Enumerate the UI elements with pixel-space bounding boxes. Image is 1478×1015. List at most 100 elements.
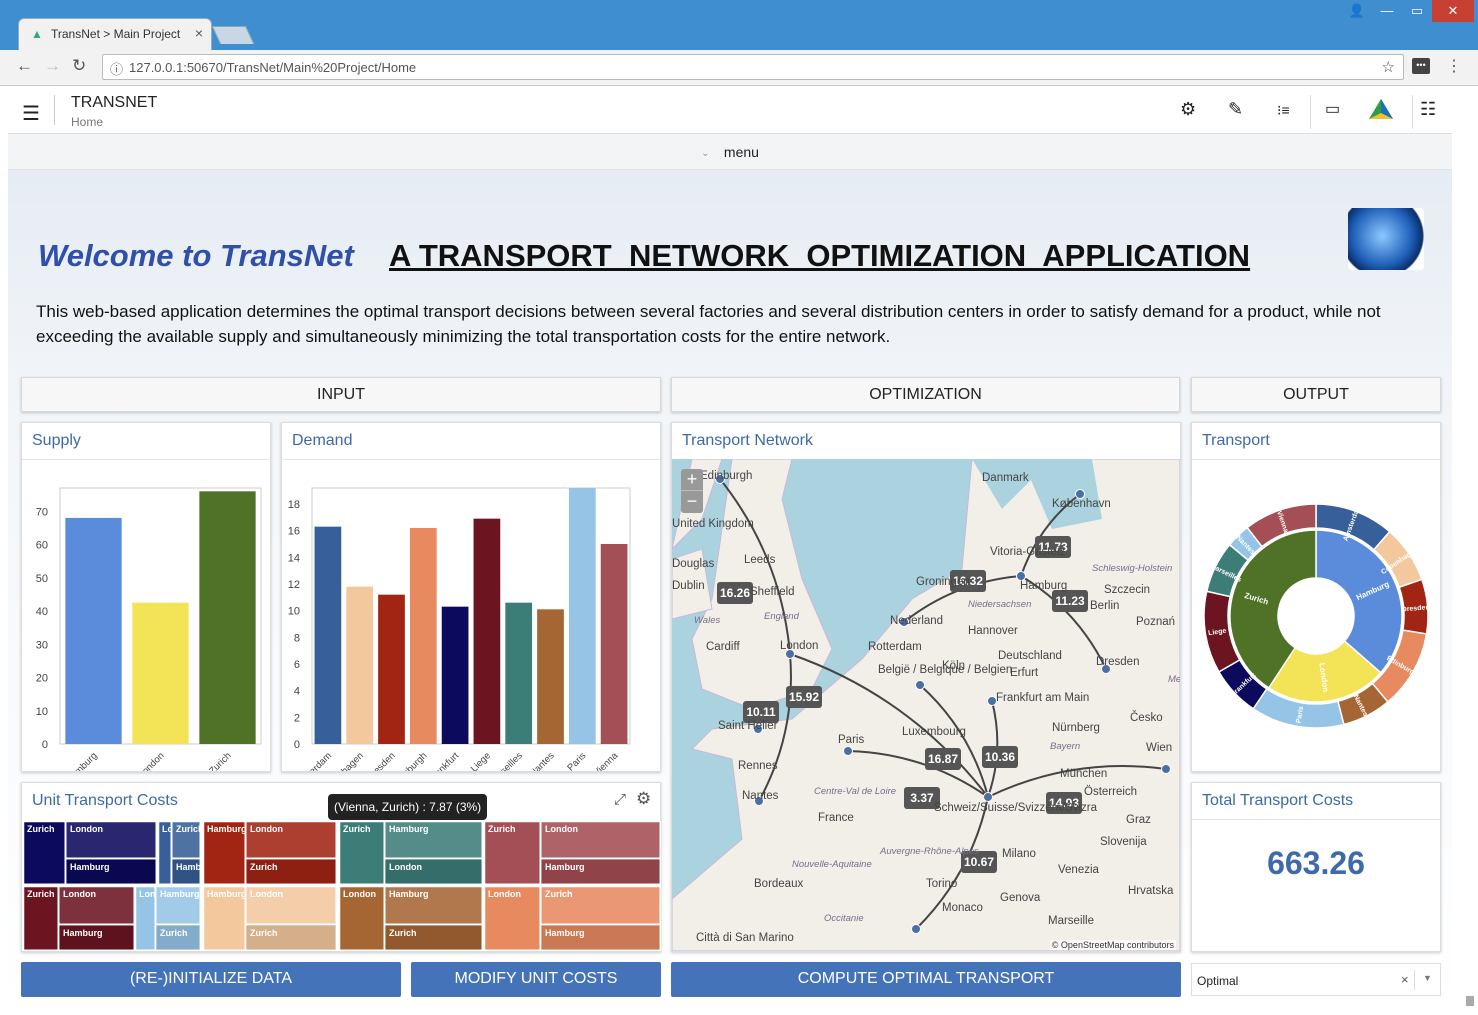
y-tick-label: 16 — [288, 526, 300, 538]
gear-icon[interactable]: ⚙ — [636, 789, 651, 809]
edit-pencil-icon[interactable]: ✎ — [1228, 99, 1243, 120]
map-place-label: Berlin — [1090, 600, 1119, 612]
info-icon[interactable]: ⓘ — [110, 59, 123, 78]
logo-icon[interactable] — [1369, 99, 1393, 124]
map-place-label: Česko — [1130, 711, 1163, 724]
treemap-label: Hamburg — [545, 862, 585, 872]
map-place-label: Slovenija — [1100, 836, 1147, 848]
list-icon[interactable]: ⁝≡ — [1277, 102, 1290, 119]
treemap-label: London — [545, 824, 578, 834]
map-place-label: Douglas — [672, 558, 714, 570]
menu-bar[interactable]: ⌄ menu — [8, 134, 1452, 170]
forward-icon[interactable]: → — [44, 56, 61, 76]
sliders-icon[interactable]: ☷ — [1420, 99, 1436, 120]
map-place-label: Edinburgh — [700, 470, 752, 482]
treemap-label: Zurich — [343, 824, 371, 834]
map-place-label: Hannover — [968, 625, 1018, 637]
map-place-label: France — [818, 812, 854, 824]
map-place-label: København — [1052, 498, 1111, 510]
profile-icon[interactable]: 👤 — [1342, 0, 1372, 22]
map-place-label: Saint Helier — [718, 720, 778, 732]
treemap-label: Zurich — [389, 928, 417, 938]
minimize-button[interactable]: — — [1372, 0, 1402, 22]
map-place-label: Schweiz/Suisse/Svizzera/Svizra — [934, 802, 1098, 814]
map-place-label: Milano — [1002, 848, 1036, 860]
demand-title: Demand — [292, 432, 353, 449]
map-place-label: Wales — [694, 615, 720, 626]
y-tick-label: 10 — [36, 706, 48, 718]
bar — [378, 594, 405, 744]
x-tick-label: Frankfurt — [427, 750, 462, 771]
treemap-label: Hamburg — [70, 862, 110, 872]
supply-chart: 0 10 20 30 40 50 60 70 Hamburg London Zurich — [36, 487, 262, 771]
resize-handle[interactable] — [1466, 996, 1474, 1006]
hamburger-menu-icon[interactable]: ☰ — [22, 101, 40, 126]
dropdown-arrow-icon[interactable]: ▼ — [1423, 973, 1432, 983]
map-place-label: Hrvatska — [1128, 885, 1174, 897]
zoom-in-button[interactable]: + — [681, 469, 703, 491]
treemap-label: Hamburg — [545, 928, 585, 938]
y-tick-label: 50 — [36, 573, 48, 585]
window-close-button[interactable]: ✕ — [1432, 0, 1474, 22]
map-place-label: Luxembourg — [902, 726, 966, 738]
browser-tab[interactable]: ▲ TransNet > Main Project × — [18, 18, 212, 50]
menu-label: menu — [723, 144, 759, 160]
result-select[interactable]: Optimal × ▼ — [1191, 963, 1441, 996]
maximize-button[interactable]: ▭ — [1402, 0, 1432, 22]
map-place-label: Hamburg — [1020, 580, 1067, 592]
total-costs-panel: Total Transport Costs 663.26 — [1191, 782, 1441, 952]
expand-icon[interactable]: ⤢ — [614, 791, 626, 808]
map-place-label: Wro — [672, 459, 693, 462]
y-tick-label: 10 — [288, 606, 300, 618]
city-marker — [983, 792, 993, 802]
treemap-label: Hamburg — [160, 889, 200, 899]
transport-map[interactable]: 16.2616.3211.7311.2310.1115.9216.87 10.36… — [672, 459, 1180, 951]
map-place-label: Poznań — [1136, 616, 1175, 628]
url-text: 127.0.0.1:50670/TransNet/Main%20Project/… — [129, 60, 417, 75]
map-place-label: Vitoria-Gasteiz — [990, 546, 1065, 558]
bar — [600, 544, 628, 744]
map-place-label: Frankfurt am Main — [996, 692, 1089, 704]
map-place-label: Paris — [838, 734, 864, 746]
url-input[interactable]: ⓘ 127.0.0.1:50670/TransNet/Main%20Projec… — [102, 54, 1404, 80]
city-marker — [915, 680, 925, 690]
bookmark-star-icon[interactable]: ☆ — [1382, 58, 1395, 76]
map-place-label: Dresden — [1096, 656, 1139, 668]
bar — [505, 602, 533, 744]
x-tick-label: Amsterdam — [292, 750, 334, 771]
treemap-label: Hamburg — [389, 824, 429, 834]
treemap-label: Hamburg — [207, 889, 247, 899]
modify-unit-costs-button[interactable]: MODIFY UNIT COSTS — [411, 962, 661, 997]
extension-icon[interactable]: ••• — [1412, 58, 1430, 74]
route-cost-label: 10.36 — [985, 750, 1015, 764]
clear-icon[interactable]: × — [1401, 972, 1409, 987]
bar — [65, 517, 122, 744]
browser-menu-icon[interactable]: ⋮ — [1446, 56, 1462, 76]
zoom-out-button[interactable]: − — [681, 491, 703, 513]
welcome-title: Welcome to TransNet — [38, 238, 354, 273]
map-place-label: Nederland — [890, 615, 943, 627]
route-cost-label: 3.37 — [910, 791, 934, 805]
map-place-label: België / Belgique / Belgien — [878, 664, 1012, 676]
bar — [346, 586, 374, 744]
bar — [132, 602, 189, 744]
compute-optimal-transport-button[interactable]: COMPUTE OPTIMAL TRANSPORT — [671, 962, 1181, 997]
bar — [199, 491, 256, 744]
globe-logo-icon — [1348, 208, 1424, 270]
chat-icon[interactable]: ▭ — [1325, 99, 1340, 119]
y-tick-label: 12 — [288, 579, 300, 591]
tab-close-icon[interactable]: × — [195, 25, 203, 41]
map-attribution[interactable]: © OpenStreetMap contributors — [1049, 940, 1176, 950]
city-marker — [843, 746, 853, 756]
back-icon[interactable]: ← — [16, 56, 33, 76]
map-place-label: Graz — [1126, 814, 1151, 826]
reload-icon[interactable]: ↻ — [72, 56, 86, 76]
x-tick-label: Zurich — [207, 750, 233, 771]
map-place-label: Nouvelle-Aquitaine — [792, 859, 872, 870]
tab-title: TransNet > Main Project — [51, 27, 181, 41]
settings-gear-icon[interactable]: ⚙ — [1180, 99, 1196, 120]
unit-costs-title: Unit Transport Costs — [32, 792, 178, 809]
y-tick-label: 20 — [36, 673, 48, 685]
initialize-data-button[interactable]: (RE-)INITIALIZE DATA — [21, 962, 401, 997]
map-place-label: Torino — [926, 878, 957, 890]
